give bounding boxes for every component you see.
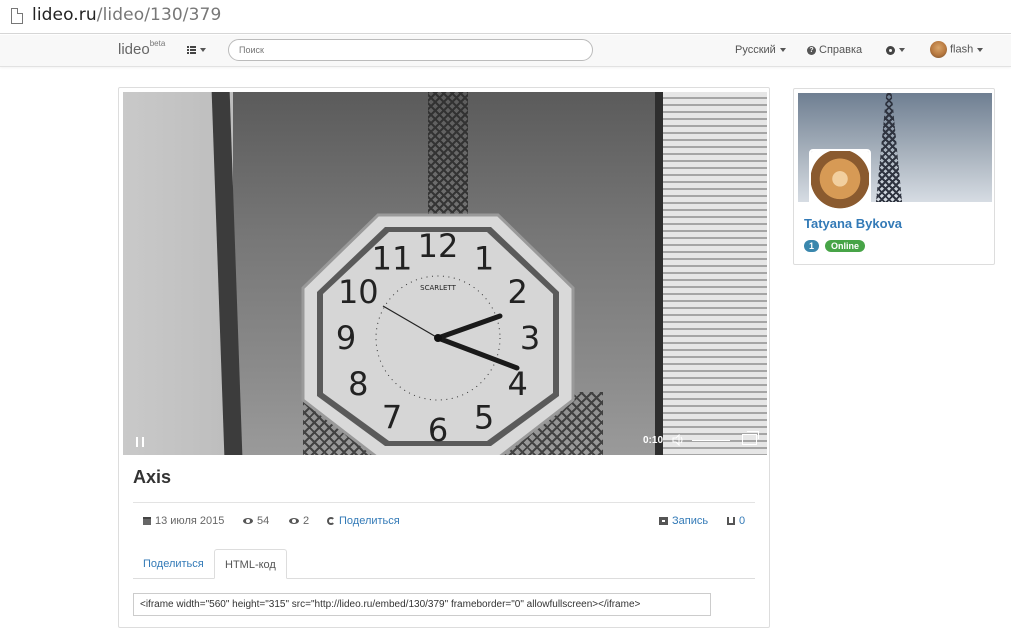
browser-address-bar[interactable]: lideo.ru/lideo/130/379 xyxy=(0,0,1011,34)
video-time: 0:10 xyxy=(643,435,664,446)
help-link[interactable]: ? Справка xyxy=(807,44,862,56)
eye-icon xyxy=(289,518,299,525)
embed-code-field[interactable] xyxy=(133,593,711,616)
language-dropdown[interactable]: Русский xyxy=(735,44,786,56)
brand-beta: beta xyxy=(149,39,166,48)
url-path: /lideo/130/379 xyxy=(96,5,222,25)
share-icon xyxy=(327,517,335,526)
wall-clock-image: 12 1234567891011 SCARLETT xyxy=(301,213,575,455)
list-icon xyxy=(187,46,196,55)
record-link[interactable]: Запись xyxy=(659,515,708,527)
tab-html-code[interactable]: HTML-код xyxy=(214,549,287,579)
language-label: Русский xyxy=(735,44,776,56)
likes-count: 0 xyxy=(739,515,746,527)
clock-number: 3 xyxy=(520,319,540,357)
divider xyxy=(133,502,755,503)
thumbs-up-icon xyxy=(727,517,735,526)
clock-number: 9 xyxy=(336,319,356,357)
cat-avatar-image xyxy=(811,151,869,209)
status-badge: Online xyxy=(825,240,866,252)
volume-icon[interactable] xyxy=(672,434,684,446)
chevron-down-icon xyxy=(779,48,786,53)
share-tabs: Поделиться HTML-код xyxy=(133,549,755,579)
category-menu-button[interactable] xyxy=(187,44,206,56)
brand-name: lideo xyxy=(118,41,150,58)
video-panel: 12 1 2 3 4 5 6 7 8 9 10 11 SCARLETT 0:10 Axis 13 ию… xyxy=(118,87,770,628)
tab-share[interactable]: Поделиться xyxy=(133,549,214,579)
question-icon: ? xyxy=(807,45,816,55)
upload-date: 13 июля 2015 xyxy=(143,515,224,527)
watching-count: 2 xyxy=(289,515,309,527)
count-badge: 1 xyxy=(804,240,820,252)
chevron-down-icon xyxy=(200,48,206,53)
page-icon xyxy=(11,8,23,24)
site-navbar: lideobeta Русский ?Справка flash xyxy=(0,35,1011,67)
volume-slider[interactable] xyxy=(692,440,730,441)
watching-text: 2 xyxy=(303,515,310,527)
address-url[interactable]: lideo.ru/lideo/130/379 xyxy=(32,5,221,25)
clock-number: 2 xyxy=(508,273,528,311)
chevron-down-icon xyxy=(899,48,905,53)
clock-number: 1 xyxy=(474,239,494,277)
video-controls: 0:10 xyxy=(123,425,767,455)
video-window-blinds xyxy=(659,92,767,455)
fullscreen-icon[interactable] xyxy=(742,431,759,445)
clock-number: 8 xyxy=(348,365,368,403)
gear-icon xyxy=(886,45,895,55)
views-count: 54 xyxy=(243,515,269,527)
record-label: Запись xyxy=(672,515,709,527)
avatar xyxy=(930,41,947,58)
share-link-label: Поделиться xyxy=(339,515,400,527)
settings-dropdown[interactable] xyxy=(886,44,905,56)
brand-logo[interactable]: lideobeta xyxy=(118,39,166,58)
like-button[interactable]: 0 xyxy=(727,515,745,527)
url-host: lideo.ru xyxy=(32,5,97,25)
author-card: Tatyana Bykova 1 Online xyxy=(793,88,995,265)
author-avatar[interactable] xyxy=(809,149,871,211)
clock-number: 4 xyxy=(508,365,528,403)
upload-date-text: 13 июля 2015 xyxy=(155,515,225,527)
clock-number: 12 xyxy=(418,227,459,265)
author-name[interactable]: Tatyana Bykova xyxy=(804,216,902,231)
search-input[interactable] xyxy=(228,39,593,61)
calendar-icon xyxy=(143,517,151,526)
views-text: 54 xyxy=(257,515,270,527)
user-menu[interactable]: flash xyxy=(930,41,984,58)
clock-number: 10 xyxy=(338,273,379,311)
user-name: flash xyxy=(950,43,974,56)
record-icon xyxy=(659,517,668,526)
clock-brand: SCARLETT xyxy=(420,284,456,292)
help-label: Справка xyxy=(819,44,863,56)
clock-number: 11 xyxy=(372,239,413,277)
video-window-edge xyxy=(655,92,663,455)
pause-icon[interactable] xyxy=(136,437,144,447)
video-player[interactable]: 12 1 2 3 4 5 6 7 8 9 10 11 SCARLETT 0:10 xyxy=(123,92,767,455)
cover-tower xyxy=(876,93,902,202)
video-title: Axis xyxy=(133,467,172,487)
views-icon xyxy=(243,518,253,525)
share-link[interactable]: Поделиться xyxy=(327,515,400,527)
chevron-down-icon xyxy=(977,47,984,52)
